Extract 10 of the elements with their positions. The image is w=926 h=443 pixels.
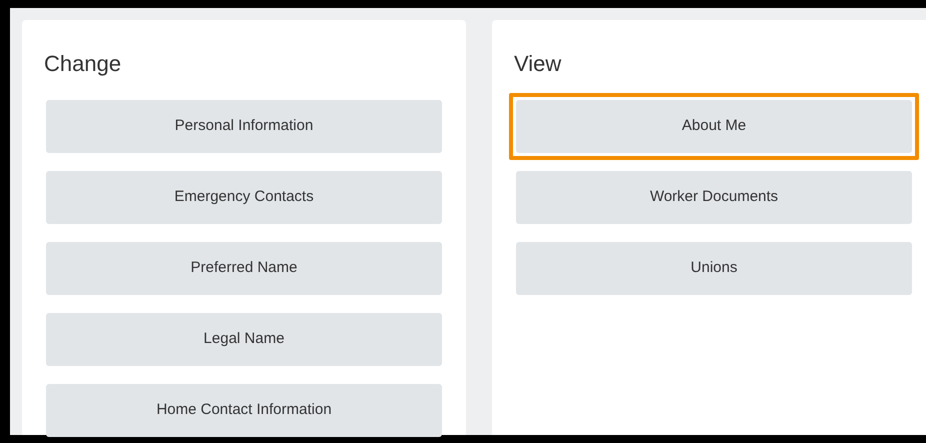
panel-title: View [514,50,562,78]
action-button[interactable]: Worker Documents [516,171,912,224]
action-button[interactable]: Home Contact Information [46,384,442,437]
action-button[interactable]: Emergency Contacts [46,171,442,224]
action-button[interactable]: About Me [516,100,912,153]
action-button[interactable]: Personal Information [46,100,442,153]
action-button[interactable]: Unions [516,242,912,295]
action-button[interactable]: Legal Name [46,313,442,366]
panel-title: Change [44,50,122,78]
action-button[interactable]: Preferred Name [46,242,442,295]
